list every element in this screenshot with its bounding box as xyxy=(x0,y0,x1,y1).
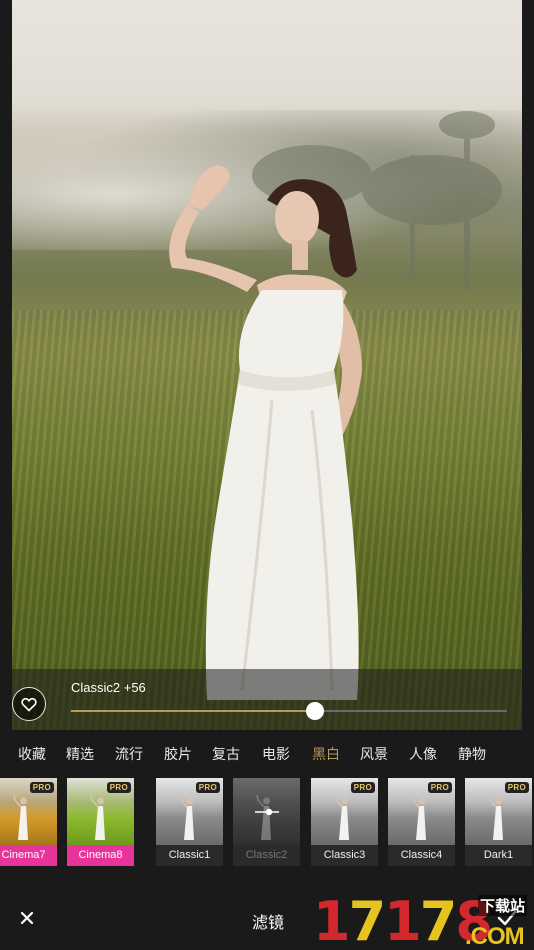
filter-intensity-label: Classic2 +56 xyxy=(71,680,146,695)
filter-item[interactable]: PRO Dark1 xyxy=(465,778,532,866)
pro-badge: PRO xyxy=(427,782,452,793)
filter-preview-subject xyxy=(334,794,349,840)
category-tab[interactable]: 精选 xyxy=(66,744,94,764)
filter-preview-subject xyxy=(179,794,194,840)
pro-badge: PRO xyxy=(350,782,375,793)
filter-thumbnail: PRO xyxy=(388,778,455,845)
filter-item[interactable]: PRO Cinema8 xyxy=(67,778,134,866)
filter-name: Classic3 xyxy=(311,845,378,866)
watermark-digit: 1 xyxy=(313,890,351,950)
pro-badge: PRO xyxy=(29,782,54,793)
filter-item[interactable]: Classic2 xyxy=(233,778,300,866)
watermark-domain: .COM xyxy=(465,923,525,950)
close-button[interactable] xyxy=(16,907,38,929)
watermark-top-text: 下载站 xyxy=(478,895,528,916)
photo-subject xyxy=(169,111,502,700)
category-tab[interactable]: 流行 xyxy=(115,744,143,764)
close-icon xyxy=(20,911,34,925)
watermark-digit: 1 xyxy=(384,890,422,950)
filter-name: Classic2 xyxy=(233,845,300,866)
filter-category-tabs: 收藏 精选 流行 胶片 复古 电影 黑白 风景 人像 静物 xyxy=(0,744,534,768)
filter-thumbnail: PRO xyxy=(465,778,532,845)
category-tab[interactable]: 收藏 xyxy=(18,744,46,764)
adjust-icon[interactable] xyxy=(253,808,281,816)
category-tab[interactable]: 复古 xyxy=(212,744,240,764)
pro-badge: PRO xyxy=(106,782,131,793)
filter-preview-subject xyxy=(13,794,28,840)
filter-item[interactable]: PRO Classic3 xyxy=(311,778,378,866)
filter-item[interactable]: PRO Classic4 xyxy=(388,778,455,866)
filter-preview-subject xyxy=(488,794,503,840)
category-tab[interactable]: 风景 xyxy=(360,744,388,764)
filter-name: Dark1 xyxy=(465,845,532,866)
site-watermark: 17178 下载站 .COM xyxy=(313,893,534,950)
heart-icon xyxy=(21,697,37,712)
watermark-digit: 7 xyxy=(348,890,387,950)
category-tab[interactable]: 静物 xyxy=(458,744,486,764)
category-tab[interactable]: 胶片 xyxy=(164,744,192,764)
photo-preview xyxy=(12,0,522,730)
filter-name: Cinema7 xyxy=(0,845,57,866)
intensity-slider-track[interactable] xyxy=(71,702,507,720)
filter-preview-subject xyxy=(90,794,105,840)
category-tab[interactable]: 电影 xyxy=(262,744,290,764)
filter-thumbnail: PRO xyxy=(156,778,223,845)
filter-thumbnail-list: PRO Cinema7 PRO Cinema8 PRO Classic1 Classic2 P… xyxy=(0,778,534,868)
filter-name: Classic1 xyxy=(156,845,223,866)
filter-thumbnail: PRO xyxy=(311,778,378,845)
filter-intensity-panel xyxy=(12,669,522,730)
pro-badge: PRO xyxy=(195,782,220,793)
filter-thumbnail xyxy=(233,778,300,845)
filter-preview-subject xyxy=(256,794,271,840)
filter-name: Cinema8 xyxy=(67,845,134,866)
filter-thumbnail: PRO xyxy=(67,778,134,845)
filter-name: Classic4 xyxy=(388,845,455,866)
pro-badge: PRO xyxy=(504,782,529,793)
favorite-button[interactable] xyxy=(12,687,46,721)
filter-item[interactable]: PRO Classic1 xyxy=(156,778,223,866)
filter-item[interactable]: PRO Cinema7 xyxy=(0,778,57,866)
intensity-slider-fill xyxy=(71,710,316,712)
watermark-digit: 7 xyxy=(419,890,458,950)
filter-thumbnail: PRO xyxy=(0,778,57,845)
filter-preview-subject xyxy=(411,794,426,840)
category-tab[interactable]: 黑白 xyxy=(312,744,340,764)
category-tab[interactable]: 人像 xyxy=(409,744,437,764)
page-title: 滤镜 xyxy=(252,915,285,932)
